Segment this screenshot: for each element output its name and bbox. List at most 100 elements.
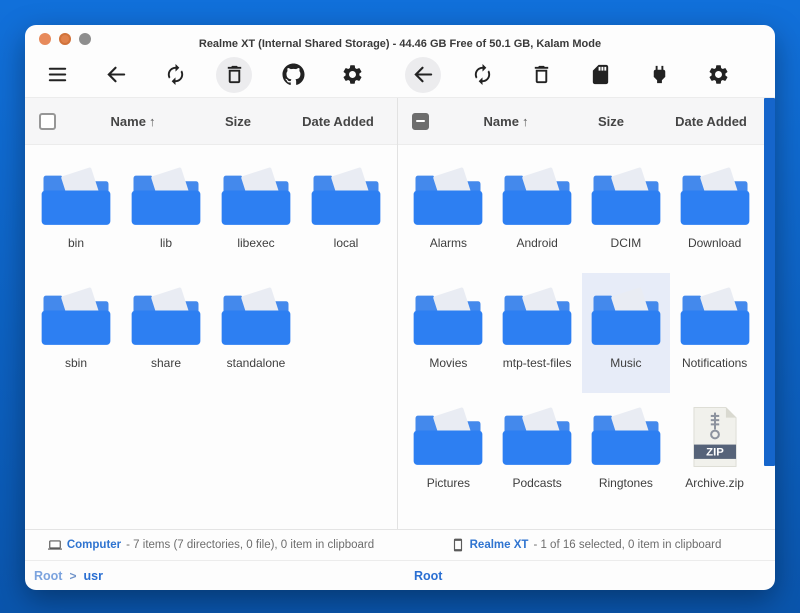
minimize-button[interactable] xyxy=(59,33,71,45)
folder-icon xyxy=(587,285,665,349)
folder-icon xyxy=(37,165,115,229)
file-name: local xyxy=(334,236,359,250)
file-name: sbin xyxy=(65,356,87,370)
storage-button[interactable] xyxy=(582,57,618,93)
file-name: mtp-test-files xyxy=(503,356,572,370)
svg-text:ZIP: ZIP xyxy=(706,447,724,459)
plug-icon xyxy=(648,63,671,86)
menu-button[interactable] xyxy=(39,57,75,93)
file-name: Pictures xyxy=(427,476,470,490)
file-name: Podcasts xyxy=(512,476,561,490)
sort-arrow: ↑ xyxy=(522,114,529,129)
computer-icon xyxy=(48,538,62,552)
device-refresh-button[interactable] xyxy=(464,57,500,93)
folder-icon xyxy=(587,165,665,229)
file-name: Music xyxy=(610,356,641,370)
select-all-checkbox[interactable] xyxy=(39,113,56,130)
column-size[interactable]: Size xyxy=(570,114,652,129)
folder-icon xyxy=(676,165,754,229)
file-name: DCIM xyxy=(611,236,642,250)
device-file-grid: Alarms Android DCIM Download Movies xyxy=(398,145,775,529)
folder-item[interactable]: Android xyxy=(493,153,582,273)
local-status-text: - 7 items (7 directories, 0 file), 0 ite… xyxy=(126,539,374,551)
folder-item[interactable]: mtp-test-files xyxy=(493,273,582,393)
smartphone-icon xyxy=(451,538,465,552)
folder-item[interactable]: Pictures xyxy=(404,393,493,513)
device-pane: Name↑ Size Date Added Alarms Android DCI… xyxy=(398,98,775,529)
folder-item[interactable]: Download xyxy=(670,153,759,273)
device-delete-button[interactable] xyxy=(523,57,559,93)
back-icon xyxy=(105,63,128,86)
device-settings-button[interactable] xyxy=(700,57,736,93)
folder-icon xyxy=(127,165,205,229)
maximize-button[interactable] xyxy=(79,33,91,45)
close-button[interactable] xyxy=(39,33,51,45)
breadcrumb-separator: > xyxy=(69,569,76,583)
sdcard-icon xyxy=(589,63,612,86)
breadcrumb-bar: Root > usr Root xyxy=(25,560,775,590)
file-name: bin xyxy=(68,236,84,250)
folder-item[interactable]: standalone xyxy=(211,273,301,393)
traffic-lights xyxy=(39,33,91,45)
toolbar xyxy=(25,52,775,98)
folder-icon xyxy=(587,405,665,469)
column-date-added[interactable]: Date Added xyxy=(652,114,770,129)
device-breadcrumb: Root xyxy=(397,569,775,583)
breadcrumb-item[interactable]: Root xyxy=(34,569,62,583)
file-name: libexec xyxy=(237,236,274,250)
github-button[interactable] xyxy=(275,57,311,93)
file-name: Archive.zip xyxy=(685,476,744,490)
vertical-scrollbar[interactable] xyxy=(764,98,775,466)
folder-item[interactable]: Music xyxy=(582,273,671,393)
column-date-added[interactable]: Date Added xyxy=(279,114,397,129)
file-panes: Name↑ Size Date Added bin lib libexec xyxy=(25,98,775,529)
breadcrumb-item[interactable]: usr xyxy=(83,569,102,583)
folder-icon xyxy=(409,285,487,349)
folder-item[interactable]: share xyxy=(121,273,211,393)
connect-button[interactable] xyxy=(641,57,677,93)
file-name: lib xyxy=(160,236,172,250)
file-name: Download xyxy=(688,236,741,250)
device-link[interactable]: Realme XT xyxy=(470,539,529,551)
breadcrumb-item[interactable]: Root xyxy=(414,569,442,583)
column-name[interactable]: Name↑ xyxy=(442,114,570,129)
folder-item[interactable]: lib xyxy=(121,153,211,273)
refresh-icon xyxy=(471,63,494,86)
file-name: Ringtones xyxy=(599,476,653,490)
app-window: Realme XT (Internal Shared Storage) - 44… xyxy=(25,25,775,590)
device-status-text: - 1 of 16 selected, 0 item in clipboard xyxy=(533,539,721,551)
folder-item[interactable]: Podcasts xyxy=(493,393,582,513)
folder-item[interactable]: Movies xyxy=(404,273,493,393)
github-icon xyxy=(282,63,305,86)
file-name: Android xyxy=(516,236,557,250)
folder-item[interactable]: local xyxy=(301,153,391,273)
refresh-button[interactable] xyxy=(157,57,193,93)
folder-item[interactable]: bin xyxy=(31,153,121,273)
gear-icon xyxy=(707,63,730,86)
local-file-grid: bin lib libexec local sbin share xyxy=(25,145,397,529)
title-bar: Realme XT (Internal Shared Storage) - 44… xyxy=(25,25,775,52)
folder-icon xyxy=(409,165,487,229)
computer-link[interactable]: Computer xyxy=(67,539,121,551)
device-back-button[interactable] xyxy=(405,57,441,93)
column-size[interactable]: Size xyxy=(197,114,279,129)
folder-icon xyxy=(37,285,115,349)
back-button[interactable] xyxy=(98,57,134,93)
folder-item[interactable]: Ringtones xyxy=(582,393,671,513)
folder-item[interactable]: sbin xyxy=(31,273,121,393)
folder-icon xyxy=(498,165,576,229)
zip-file-item[interactable]: ZIP Archive.zip xyxy=(670,393,759,513)
folder-item[interactable]: Notifications xyxy=(670,273,759,393)
select-all-checkbox-indeterminate[interactable] xyxy=(412,113,429,130)
settings-button[interactable] xyxy=(334,57,370,93)
folder-item[interactable]: DCIM xyxy=(582,153,671,273)
folder-icon xyxy=(127,285,205,349)
refresh-icon xyxy=(164,63,187,86)
delete-button[interactable] xyxy=(216,57,252,93)
local-list-header: Name↑ Size Date Added xyxy=(25,98,397,145)
folder-item[interactable]: libexec xyxy=(211,153,301,273)
status-bar: Computer - 7 items (7 directories, 0 fil… xyxy=(25,529,775,560)
folder-icon xyxy=(498,405,576,469)
column-name[interactable]: Name↑ xyxy=(69,114,197,129)
folder-item[interactable]: Alarms xyxy=(404,153,493,273)
